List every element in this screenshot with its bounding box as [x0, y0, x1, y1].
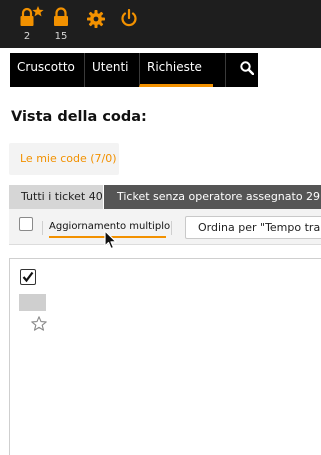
locked-tickets-new-button[interactable]: [17, 6, 47, 28]
ticket-row-checkbox[interactable]: [20, 269, 36, 285]
settings-button[interactable]: [87, 10, 105, 28]
toolbar-divider: [42, 221, 43, 235]
select-all-checkbox[interactable]: [19, 217, 33, 231]
toolbar-divider: [171, 221, 172, 235]
nav-item-richieste[interactable]: Richieste: [139, 53, 213, 87]
power-icon: [121, 9, 137, 27]
mouse-cursor: [104, 230, 117, 254]
page-title: Vista della coda:: [11, 109, 147, 125]
nav-item-utenti[interactable]: Utenti: [84, 53, 139, 87]
checkmark-icon: [22, 271, 34, 283]
bulk-toolbar: Aggiornamento multiplo Ordina per "Tempo…: [9, 209, 321, 245]
star-outline-icon[interactable]: [31, 316, 47, 335]
logout-button[interactable]: [120, 9, 138, 28]
tab-unassigned-tickets[interactable]: Ticket senza operatore assegnato 29: [104, 185, 321, 209]
ticket-priority-indicator: [19, 294, 46, 311]
main-nav: Cruscotto Utenti Richieste: [10, 53, 258, 87]
lock-star-icon: [20, 6, 44, 26]
nav-search-button[interactable]: [225, 53, 258, 87]
nav-item-cruscotto[interactable]: Cruscotto: [10, 53, 75, 87]
search-icon: [240, 61, 254, 75]
ticket-list: [9, 258, 321, 455]
my-queues-label: Le mie code (7/0): [20, 152, 117, 165]
lock-icon: [54, 7, 68, 26]
top-toolbar: 2 15: [0, 0, 321, 48]
gear-icon: [87, 10, 105, 28]
tab-all-tickets[interactable]: Tutti i ticket 40: [9, 185, 103, 209]
sort-order-button[interactable]: Ordina per "Tempo tra: [185, 216, 321, 239]
my-queues-button[interactable]: Le mie code (7/0): [9, 143, 119, 175]
locked-tickets-button[interactable]: [52, 6, 70, 28]
locked-new-count: 2: [23, 31, 31, 42]
locked-count: 15: [54, 31, 68, 42]
